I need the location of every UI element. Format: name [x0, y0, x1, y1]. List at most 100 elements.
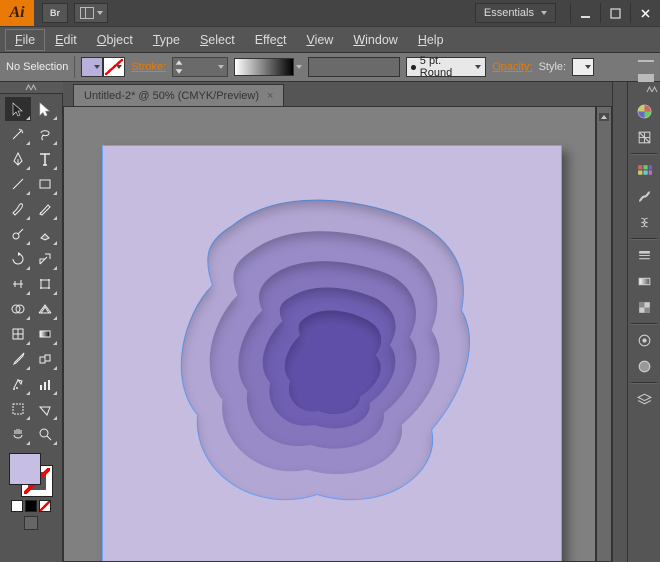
control-bar: No Selection Stroke: 5 pt. Round Opacity…: [0, 52, 660, 82]
panel-dock: [627, 82, 660, 562]
menu-type[interactable]: Type: [144, 30, 189, 50]
mesh-tool[interactable]: [5, 322, 31, 346]
menu-file[interactable]: File: [6, 30, 44, 50]
vertical-scrollbar[interactable]: [596, 106, 612, 562]
width-tool[interactable]: [5, 272, 31, 296]
paintbrush-tool[interactable]: [5, 197, 31, 221]
gradient-tool[interactable]: [32, 322, 58, 346]
window-maximize-button[interactable]: [600, 3, 630, 23]
lasso-tool[interactable]: [32, 122, 58, 146]
perspective-grid-tool[interactable]: [32, 297, 58, 321]
artwork: [103, 146, 561, 562]
line-tool[interactable]: [5, 172, 31, 196]
artboard[interactable]: [102, 145, 562, 562]
document-tab-label: Untitled-2* @ 50% (CMYK/Preview): [84, 90, 259, 102]
title-bar: Ai Br Essentials: [0, 0, 660, 26]
swatches-panel-button[interactable]: [631, 157, 657, 183]
workspace-switcher[interactable]: Essentials: [475, 3, 556, 23]
zoom-tool[interactable]: [32, 422, 58, 446]
hand-tool[interactable]: [5, 422, 31, 446]
stroke-panel-panel-button[interactable]: [631, 242, 657, 268]
artboard-tool[interactable]: [5, 397, 31, 421]
fill-color-swatch[interactable]: [81, 57, 103, 77]
free-transform-tool[interactable]: [32, 272, 58, 296]
brush-preset-label: 5 pt. Round: [420, 55, 471, 79]
layers-panel-button[interactable]: [631, 386, 657, 412]
graphic-style-swatch[interactable]: [572, 58, 594, 76]
selection-status: No Selection: [6, 61, 68, 73]
grid-icon: [80, 7, 94, 19]
opacity-label[interactable]: Opacity:: [492, 61, 532, 73]
document-tab[interactable]: Untitled-2* @ 50% (CMYK/Preview) ×: [73, 84, 284, 106]
menu-effect[interactable]: Effect: [246, 30, 296, 50]
color-panel-button[interactable]: [631, 98, 657, 124]
document-area: Untitled-2* @ 50% (CMYK/Preview) ×: [63, 82, 612, 562]
chevron-down-icon: [541, 11, 547, 15]
type-tool[interactable]: [32, 147, 58, 171]
slice-tool[interactable]: [32, 397, 58, 421]
blend-tool[interactable]: [32, 347, 58, 371]
eyedropper-tool[interactable]: [5, 347, 31, 371]
rectangle-tool[interactable]: [32, 172, 58, 196]
fill-swatch[interactable]: [9, 453, 41, 485]
bridge-button[interactable]: Br: [42, 3, 68, 23]
menu-select[interactable]: Select: [191, 30, 244, 50]
scrollbar-up-arrow-icon[interactable]: [599, 113, 609, 121]
panel-separator: [631, 382, 657, 383]
panel-dock-gutter: [612, 82, 627, 562]
canvas[interactable]: [63, 106, 596, 562]
brush-definition-field[interactable]: [308, 57, 400, 77]
shape-builder-tool[interactable]: [5, 297, 31, 321]
symbol-sprayer-tool[interactable]: [5, 372, 31, 396]
scale-tool[interactable]: [32, 247, 58, 271]
pencil-tool[interactable]: [32, 197, 58, 221]
control-flyout-menu-icon[interactable]: [638, 60, 654, 74]
gradient-panel-panel-button[interactable]: [631, 268, 657, 294]
selection-tool[interactable]: [5, 97, 31, 121]
chevron-down-icon: [97, 11, 103, 15]
app-logo: Ai: [0, 0, 34, 26]
menu-bar: File Edit Object Type Select Effect View…: [0, 26, 660, 52]
column-graph-tool[interactable]: [32, 372, 58, 396]
panel-separator: [631, 323, 657, 324]
color-mode-icon[interactable]: [11, 500, 23, 512]
tools-collapse-button[interactable]: [0, 82, 63, 94]
graphic-styles-panel-button[interactable]: [631, 353, 657, 379]
transparency-panel-button[interactable]: [631, 294, 657, 320]
pen-tool[interactable]: [5, 147, 31, 171]
fill-stroke-swatch[interactable]: [9, 453, 53, 497]
magic-wand-tool[interactable]: [5, 122, 31, 146]
direct-selection-tool[interactable]: [32, 97, 58, 121]
menu-help[interactable]: Help: [409, 30, 453, 50]
stroke-weight-stepper[interactable]: [172, 57, 228, 77]
dot-icon: [411, 65, 416, 70]
tools-panel: [0, 82, 63, 562]
menu-object[interactable]: Object: [88, 30, 142, 50]
menu-view[interactable]: View: [297, 30, 342, 50]
appearance-panel-button[interactable]: [631, 327, 657, 353]
brush-preset[interactable]: 5 pt. Round: [406, 57, 486, 77]
screen-mode-button[interactable]: [24, 516, 38, 530]
style-label: Style:: [539, 61, 567, 73]
brushes-panel-button[interactable]: [631, 183, 657, 209]
stroke-color-swatch[interactable]: [103, 57, 125, 77]
close-icon[interactable]: ×: [267, 90, 273, 102]
eraser-tool[interactable]: [32, 222, 58, 246]
color-guide-panel-button[interactable]: [631, 124, 657, 150]
arrange-documents-button[interactable]: [74, 3, 108, 23]
panel-separator: [631, 153, 657, 154]
menu-window[interactable]: Window: [344, 30, 406, 50]
window-close-button[interactable]: [630, 3, 660, 23]
blob-brush-tool[interactable]: [5, 222, 31, 246]
symbols-panel-button[interactable]: [631, 209, 657, 235]
menu-edit[interactable]: Edit: [46, 30, 86, 50]
rotate-tool[interactable]: [5, 247, 31, 271]
window-minimize-button[interactable]: [570, 3, 600, 23]
stroke-label[interactable]: Stroke:: [131, 61, 166, 73]
none-mode-icon[interactable]: [39, 500, 51, 512]
gradient-mode-icon[interactable]: [25, 500, 37, 512]
document-tab-strip: Untitled-2* @ 50% (CMYK/Preview) ×: [63, 82, 612, 106]
variable-width-profile[interactable]: [234, 58, 294, 76]
panel-separator: [631, 238, 657, 239]
panel-collapse-button[interactable]: [628, 86, 660, 96]
